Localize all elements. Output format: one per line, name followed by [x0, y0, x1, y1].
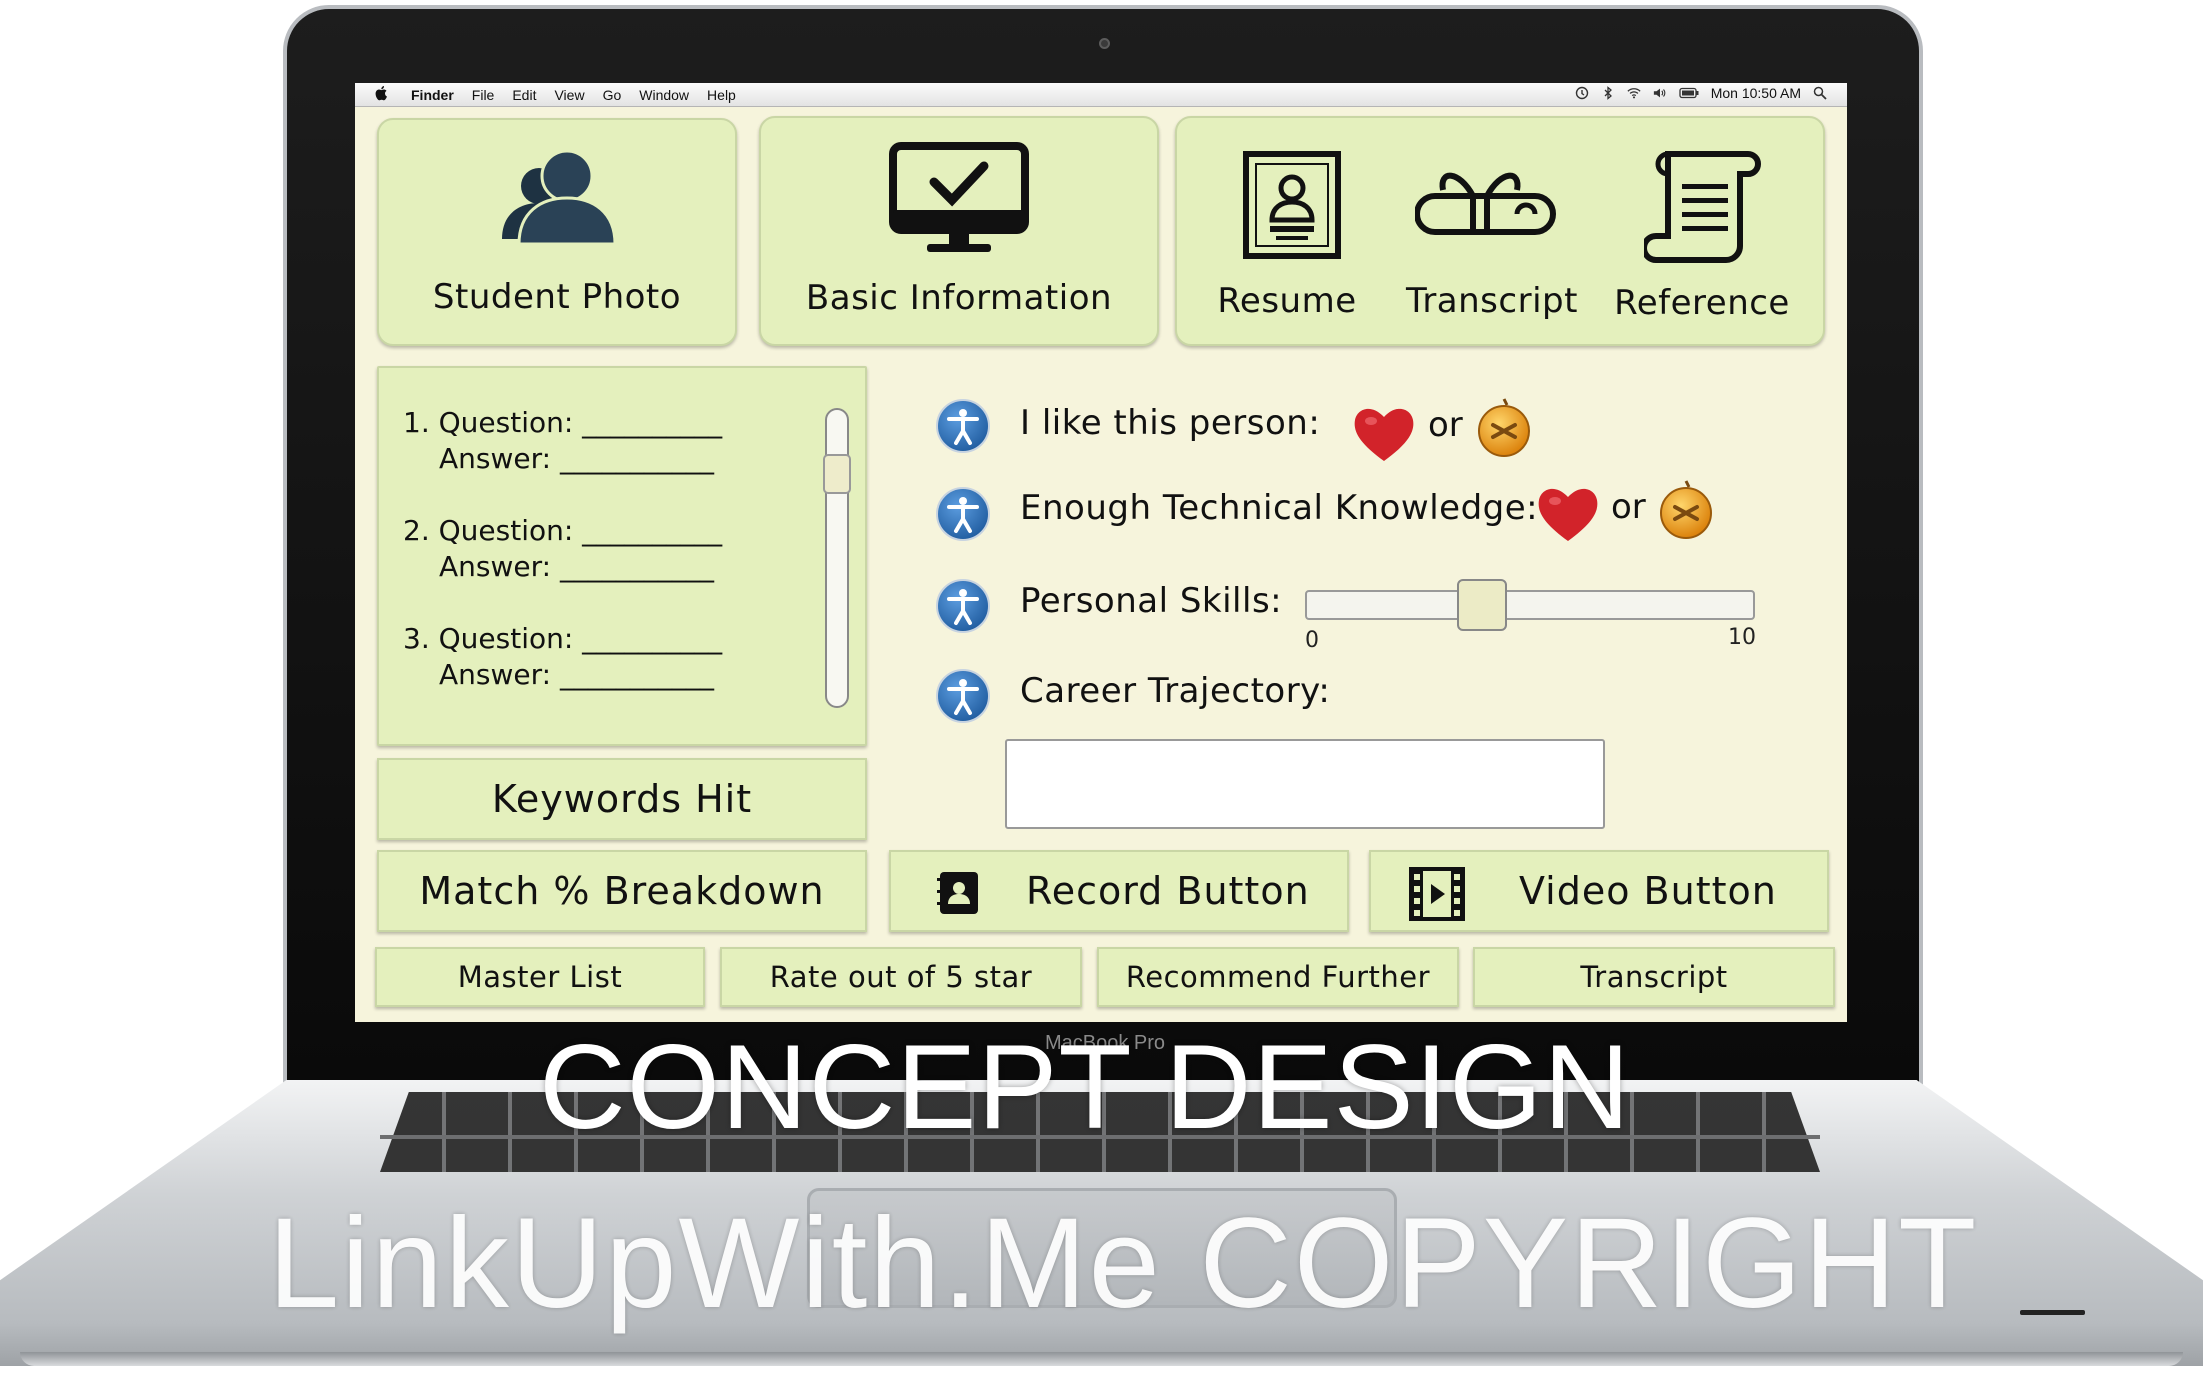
wifi-icon[interactable] [1627, 86, 1641, 100]
answer-2: Answer: ___________ [439, 550, 714, 583]
address-book-icon [937, 872, 978, 914]
diploma-scroll-icon [1415, 172, 1556, 235]
question-1: 1. Question: __________ [403, 406, 723, 439]
accessibility-icon [936, 399, 990, 453]
master-list-button[interactable]: Master List [375, 947, 705, 1007]
heart-like-button[interactable] [1351, 403, 1417, 465]
menu-bar: Finder File Edit View Go Window Help Mon… [355, 83, 1847, 107]
screen: Finder File Edit View Go Window Help Mon… [355, 83, 1847, 1022]
reference-button[interactable]: Reference [1602, 118, 1802, 348]
menu-edit[interactable]: Edit [512, 87, 536, 103]
transcript-top-label: Transcript [1406, 281, 1578, 321]
career-trajectory-label: Career Trajectory: [1020, 671, 1331, 711]
transcript-button[interactable]: Transcript [1473, 947, 1835, 1007]
personal-skills-slider-thumb[interactable] [1457, 579, 1507, 631]
film-strip-icon [1409, 867, 1465, 921]
reference-label: Reference [1614, 283, 1790, 323]
questions-scrollbar[interactable] [823, 408, 851, 708]
battery-icon[interactable] [1679, 86, 1699, 100]
question-3: 3. Question: __________ [403, 622, 723, 655]
apple-icon[interactable] [375, 85, 389, 104]
spotlight-search-icon[interactable] [1813, 86, 1827, 100]
menu-file[interactable]: File [472, 87, 495, 103]
camera-icon [1099, 38, 1110, 49]
skills-min-label: 0 [1305, 628, 1319, 653]
or-label: or [1611, 487, 1646, 527]
rate-five-star-button[interactable]: Rate out of 5 star [720, 947, 1082, 1007]
menu-window[interactable]: Window [639, 87, 689, 103]
video-button-label: Video Button [1519, 869, 1777, 913]
student-photo-label: Student Photo [432, 277, 682, 317]
match-breakdown-button[interactable]: Match % Breakdown [377, 850, 867, 932]
skills-max-label: 10 [1728, 625, 1756, 650]
heart-like-button[interactable] [1535, 483, 1601, 545]
menubar-clock[interactable]: Mon 10:50 AM [1711, 85, 1801, 101]
volume-icon[interactable] [1653, 86, 1667, 100]
career-trajectory-input[interactable] [1005, 739, 1605, 829]
time-machine-icon[interactable] [1575, 86, 1589, 100]
reference-scroll-icon [1644, 151, 1761, 263]
record-button[interactable]: Record Button [889, 850, 1349, 932]
basic-information-label: Basic Information [805, 278, 1113, 318]
accessibility-icon [936, 579, 990, 633]
resume-label: Resume [1217, 281, 1357, 321]
answer-3: Answer: ___________ [439, 658, 714, 691]
accessibility-icon [936, 487, 990, 541]
dislike-orb-button[interactable] [1475, 397, 1533, 459]
question-2: 2. Question: __________ [403, 514, 723, 547]
user-silhouette-icon [502, 149, 617, 246]
menu-help[interactable]: Help [707, 87, 736, 103]
base-slot [2020, 1310, 2085, 1315]
watermark-concept-design: CONCEPT DESIGN [539, 1020, 1631, 1154]
keywords-hit-button[interactable]: Keywords Hit [377, 758, 867, 840]
video-button[interactable]: Video Button [1369, 850, 1829, 932]
student-photo-card[interactable]: Student Photo [377, 118, 737, 346]
monitor-checkmark-icon [889, 142, 1029, 252]
record-button-label: Record Button [1026, 869, 1310, 913]
documents-card: Resume Transcript Reference [1175, 116, 1825, 346]
dislike-orb-button[interactable] [1657, 479, 1715, 541]
accessibility-icon [936, 669, 990, 723]
transcript-top-button[interactable]: Transcript [1397, 118, 1587, 348]
bluetooth-icon[interactable] [1601, 86, 1615, 100]
like-person-label: I like this person: [1020, 403, 1321, 443]
resume-icon [1243, 151, 1341, 259]
interview-questions-panel: 1. Question: __________ Answer: ________… [377, 366, 867, 746]
answer-1: Answer: ___________ [439, 442, 714, 475]
recommend-further-button[interactable]: Recommend Further [1097, 947, 1459, 1007]
questions-scrollbar-thumb[interactable] [823, 454, 851, 494]
watermark-copyright: LinkUpWith.Me COPYRIGHT [268, 1192, 1979, 1335]
basic-information-card[interactable]: Basic Information [759, 116, 1159, 346]
menu-finder[interactable]: Finder [411, 87, 454, 103]
menu-go[interactable]: Go [603, 87, 622, 103]
or-label: or [1428, 405, 1463, 445]
technical-knowledge-label: Enough Technical Knowledge: [1020, 488, 1539, 528]
base-edge [20, 1352, 2183, 1366]
menu-view[interactable]: View [554, 87, 584, 103]
personal-skills-label: Personal Skills: [1020, 581, 1283, 621]
personal-skills-slider[interactable] [1305, 590, 1755, 620]
resume-button[interactable]: Resume [1197, 118, 1377, 348]
